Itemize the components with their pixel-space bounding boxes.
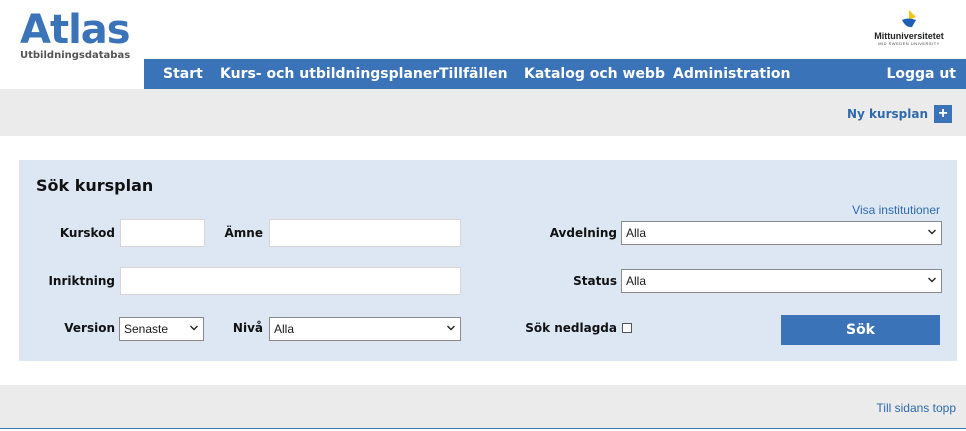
nav-tillfallen[interactable]: Tillfällen [439, 59, 508, 89]
niva-select[interactable]: Alla [269, 317, 461, 341]
avdelning-selected-value: Alla [626, 226, 647, 240]
status-select[interactable]: Alla [621, 269, 942, 293]
version-label: Version [64, 321, 115, 335]
avdelning-select[interactable]: Alla [621, 221, 942, 245]
amne-input[interactable] [269, 219, 461, 247]
search-panel-title: Sök kursplan [36, 176, 154, 195]
action-bar: Ny kursplan + [0, 89, 966, 136]
niva-label: Nivå [232, 321, 263, 335]
nav-katalog-och-webb[interactable]: Katalog och webb [524, 59, 665, 89]
university-logo[interactable]: Mittuniversitetet MID SWEDEN UNIVERSITY [864, 8, 954, 47]
kurskod-label: Kurskod [59, 226, 115, 240]
nav-kurs-och-utbildningsplaner[interactable]: Kurs- och utbildningsplaner [220, 59, 439, 89]
chevron-down-icon [190, 325, 198, 331]
atlas-logo[interactable]: Atlas Utbildningsdatabas [20, 7, 131, 61]
nav-administration[interactable]: Administration [673, 59, 790, 89]
chevron-down-icon [928, 277, 936, 283]
inriktning-input[interactable] [120, 267, 461, 295]
chevron-down-icon [447, 325, 455, 331]
chevron-down-icon [928, 229, 936, 235]
niva-selected-value: Alla [274, 322, 295, 336]
search-panel: Sök kursplan Visa institutioner Kurskod … [19, 160, 957, 361]
logo-title: Atlas [20, 7, 131, 53]
university-emblem-icon [898, 8, 920, 30]
university-tagline: MID SWEDEN UNIVERSITY [878, 41, 940, 46]
kurskod-input[interactable] [120, 219, 205, 247]
sok-nedlagda-label: Sök nedlagda [525, 321, 617, 335]
search-submit-button[interactable]: Sök [781, 315, 940, 345]
nav-start[interactable]: Start [163, 59, 203, 89]
show-departments-link[interactable]: Visa institutioner [852, 203, 940, 217]
back-to-top-link[interactable]: Till sidans topp [876, 401, 956, 415]
amne-label: Ämne [224, 226, 263, 240]
logo-subtitle: Utbildningsdatabas [20, 50, 131, 61]
university-name: Mittuniversitetet [874, 31, 944, 41]
new-course-plan-button[interactable]: Ny kursplan + [847, 105, 952, 123]
sok-nedlagda-checkbox[interactable] [622, 323, 632, 333]
plus-icon: + [934, 105, 952, 123]
status-selected-value: Alla [626, 274, 647, 288]
avdelning-label: Avdelning [549, 226, 617, 240]
status-label: Status [573, 274, 617, 288]
version-select[interactable]: Senaste [119, 317, 204, 341]
logout-link[interactable]: Logga ut [886, 59, 956, 89]
main-navbar: Start Kurs- och utbildningsplaner Tillfä… [144, 59, 966, 89]
version-selected-value: Senaste [124, 322, 169, 336]
inriktning-label: Inriktning [48, 274, 115, 288]
new-course-plan-label: Ny kursplan [847, 107, 928, 121]
page-footer: Till sidans topp [0, 385, 966, 429]
